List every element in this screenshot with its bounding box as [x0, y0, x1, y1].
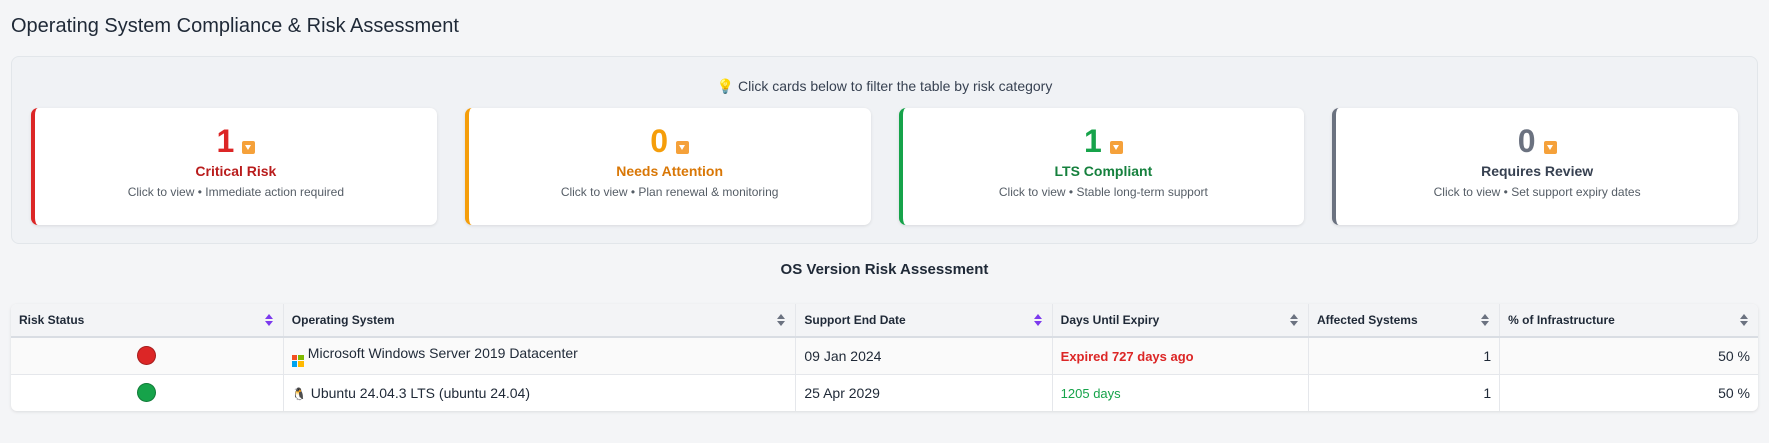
affected-systems-cell: 1 — [1308, 337, 1501, 375]
filter-hint-text: Click cards below to filter the table by… — [737, 78, 1053, 94]
sort-icon[interactable] — [1033, 313, 1043, 327]
risk-summary-panel: 💡 Click cards below to filter the table … — [11, 56, 1758, 244]
windows-icon — [291, 354, 304, 367]
filter-icon — [242, 140, 256, 154]
critical-risk-subtext: Click to view • Immediate action require… — [127, 185, 345, 199]
days-until-expiry-value: Expired 727 days ago — [1060, 348, 1194, 364]
compliant-status-dot — [137, 383, 157, 403]
lts-compliant-subtext: Click to view • Stable long-term support — [998, 185, 1208, 199]
column-header-days-until-expiry[interactable]: Days Until Expiry — [1052, 304, 1309, 338]
column-header-risk-status[interactable]: Risk Status — [11, 304, 284, 338]
critical-risk-label: Critical Risk — [195, 163, 277, 179]
requires-review-subtext: Click to view • Set support expiry dates — [1433, 185, 1641, 199]
critical-risk-count: 1 — [216, 123, 235, 159]
critical-status-dot — [137, 346, 157, 366]
days-until-expiry-cell: 1205 days — [1052, 374, 1309, 411]
column-header-affected-systems[interactable]: Affected Systems — [1308, 304, 1501, 338]
lightbulb-icon: 💡 — [716, 78, 735, 94]
column-header-support-end-date[interactable]: Support End Date — [795, 304, 1053, 338]
filter-icon — [676, 140, 690, 154]
requires-review-label: Requires Review — [1481, 163, 1594, 179]
lts-compliant-count: 1 — [1083, 123, 1102, 159]
lts-compliant-card[interactable]: 1 LTS Compliant Click to view • Stable l… — [898, 108, 1305, 225]
lts-compliant-label: LTS Compliant — [1054, 163, 1153, 179]
column-header-percent-infrastructure[interactable]: % of Infrastructure — [1499, 304, 1758, 338]
os-risk-table: Risk Status Operating System Support End… — [11, 304, 1758, 411]
risk-cards: 1 Critical Risk Click to view • Immediat… — [31, 108, 1738, 225]
table-title: OS Version Risk Assessment — [780, 261, 989, 278]
os-name: Microsoft Windows Server 2019 Datacenter — [307, 345, 578, 361]
table-row[interactable]: 🐧 Ubuntu 24.04.3 LTS (ubuntu 24.04) 25 Ap… — [11, 374, 1758, 411]
sort-icon[interactable] — [1289, 313, 1299, 327]
days-until-expiry-cell: Expired 727 days ago — [1052, 337, 1309, 375]
critical-risk-card[interactable]: 1 Critical Risk Click to view • Immediat… — [31, 108, 437, 225]
operating-system-cell: Microsoft Windows Server 2019 Datacenter — [283, 337, 797, 375]
sort-icon[interactable] — [1481, 313, 1490, 327]
percent-infrastructure-cell: 50 % — [1718, 384, 1750, 401]
sort-icon[interactable] — [1740, 313, 1749, 327]
risk-status-cell — [11, 374, 284, 411]
percent-infrastructure-cell: 50 % — [1499, 337, 1758, 375]
column-header-operating-system[interactable]: Operating System — [283, 304, 797, 338]
affected-systems-cell: 1 — [1308, 374, 1501, 411]
needs-attention-card[interactable]: 0 Needs Attention Click to view • Plan r… — [464, 108, 871, 225]
requires-review-count: 0 — [1517, 123, 1536, 159]
days-until-expiry-value: 1205 days — [1060, 385, 1121, 401]
operating-system-cell: 🐧 Ubuntu 24.04.3 LTS (ubuntu 24.04) — [283, 374, 797, 411]
sort-icon[interactable] — [264, 313, 274, 327]
support-end-date-cell: 09 Jan 2024 — [795, 337, 1053, 375]
filter-hint: 💡 Click cards below to filter the table … — [31, 76, 1738, 96]
needs-attention-subtext: Click to view • Plan renewal & monitorin… — [560, 185, 779, 199]
linux-tux-icon: 🐧 — [291, 386, 307, 401]
table-header-row: Risk Status Operating System Support End… — [11, 304, 1758, 338]
page: Operating System Compliance & Risk Asses… — [0, 0, 1769, 411]
requires-review-card[interactable]: 0 Requires Review Click to view • Set su… — [1332, 108, 1738, 225]
filter-icon — [1109, 140, 1123, 154]
os-name: Ubuntu 24.04.3 LTS (ubuntu 24.04) — [310, 384, 530, 401]
filter-icon — [1543, 140, 1557, 154]
table-row[interactable]: Microsoft Windows Server 2019 Datacenter… — [11, 337, 1758, 375]
page-title: Operating System Compliance & Risk Asses… — [11, 15, 459, 37]
support-end-date-cell: 25 Apr 2029 — [795, 374, 1053, 411]
needs-attention-label: Needs Attention — [616, 163, 724, 179]
needs-attention-count: 0 — [650, 123, 669, 159]
risk-status-cell — [11, 337, 284, 375]
sort-icon[interactable] — [777, 313, 786, 327]
